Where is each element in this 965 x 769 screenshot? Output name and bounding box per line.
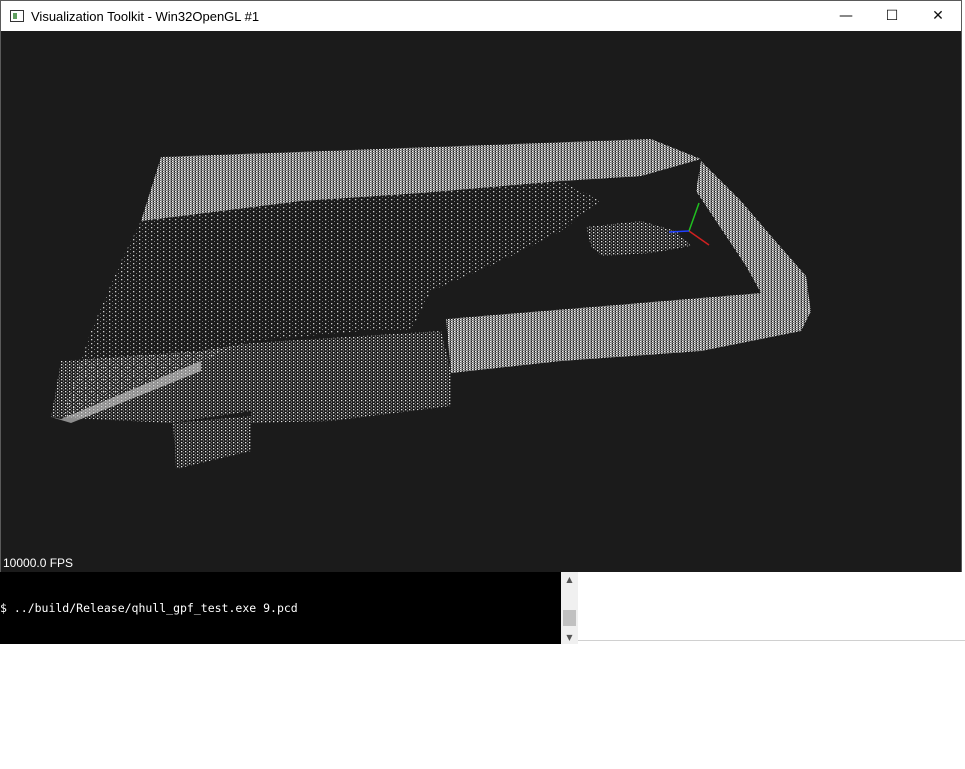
point-cloud-side-wall — [696, 161, 811, 313]
terminal-output: $ ../build/Release/qhull_gpf_test.exe 9.… — [0, 573, 560, 769]
terminal-line: Planar segmentation:55854 points — [0, 643, 222, 657]
vtk-render-window[interactable]: Visualization Toolkit - Win32OpenGL #1 —… — [0, 0, 962, 572]
minimize-button[interactable]: — — [823, 1, 869, 31]
background-window — [578, 572, 965, 644]
terminal-line: Convex hull:23 points — [0, 685, 146, 699]
x-axis-line — [688, 230, 710, 246]
point-cloud-render — [51, 139, 811, 469]
terminal-line: $ ../build/Release/qhull_gpf_test.exe 9.… — [0, 601, 298, 615]
scroll-up-icon[interactable]: ▲ — [561, 572, 578, 586]
z-axis-line — [668, 230, 690, 233]
divider — [578, 640, 965, 641]
scrollbar-thumb[interactable] — [563, 610, 576, 626]
window-controls: — ☐ ✕ — [823, 1, 961, 31]
fps-counter: 10000.0 FPS — [3, 556, 74, 570]
scroll-down-icon[interactable]: ▼ — [561, 630, 578, 644]
close-button[interactable]: ✕ — [915, 1, 961, 31]
terminal-window[interactable]: $ ../build/Release/qhull_gpf_test.exe 9.… — [0, 572, 578, 741]
terminal-scrollbar[interactable]: ▲ ▼ — [561, 572, 578, 644]
point-cloud-protrusion — [173, 416, 251, 469]
window-title: Visualization Toolkit - Win32OpenGL #1 — [31, 8, 260, 24]
render-viewport[interactable]: 10000.0 FPS — [1, 31, 961, 572]
terminal-line: Prism:37101 points — [0, 727, 125, 741]
vtk-app-icon — [10, 10, 24, 22]
point-cloud-right-wall — [446, 293, 811, 373]
point-cloud-inner-object — [586, 221, 691, 256]
maximize-button[interactable]: ☐ — [869, 1, 915, 31]
y-axis-line — [688, 202, 700, 232]
point-cloud-center-block — [251, 331, 451, 423]
title-bar[interactable]: Visualization Toolkit - Win32OpenGL #1 —… — [1, 1, 961, 31]
